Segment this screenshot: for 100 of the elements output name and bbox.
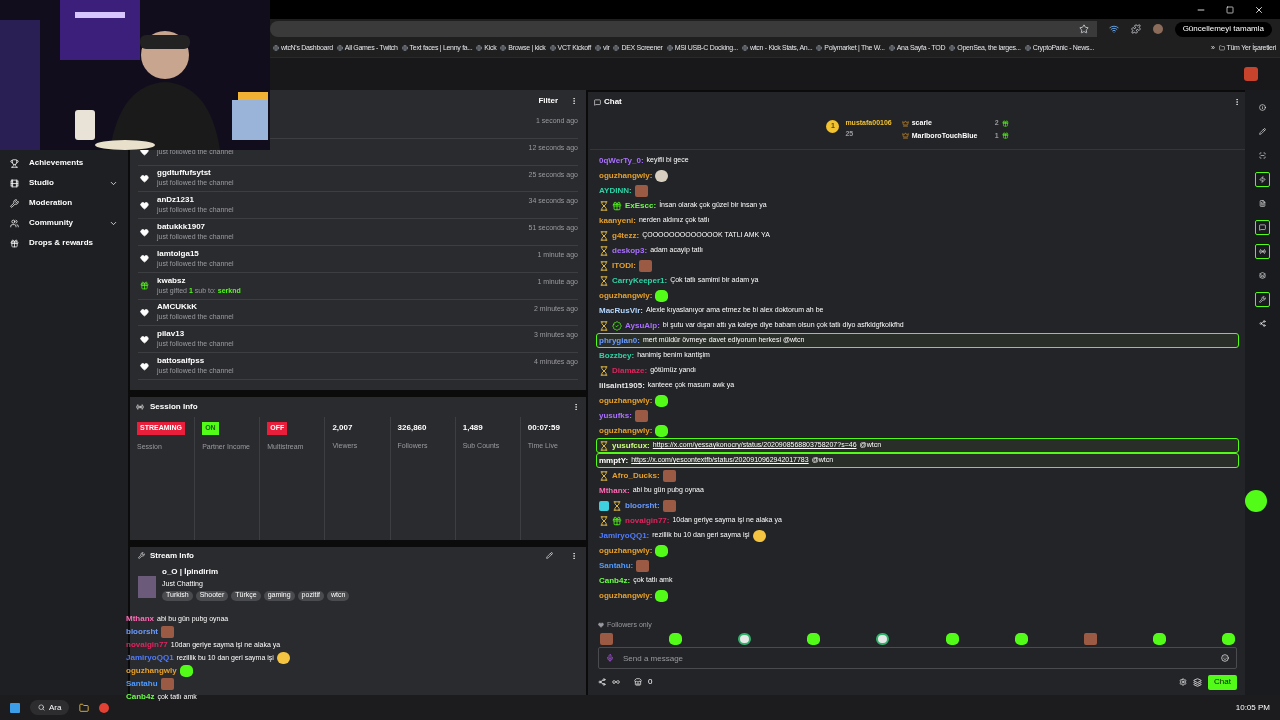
more-icon[interactable] [572,403,580,411]
heart-icon [140,227,149,237]
more-icon[interactable] [1233,98,1241,106]
gift-icon [612,515,622,526]
message-input[interactable]: Send a message [598,647,1237,669]
extensions-icon[interactable] [1130,24,1141,34]
more-icon[interactable] [570,551,578,560]
stat-value: 2,007 [332,422,353,434]
folder-icon[interactable] [79,702,90,713]
nav-item[interactable]: Drops & rewards [0,236,128,250]
emote-icon [1014,633,1028,645]
scan-icon[interactable] [1259,152,1266,159]
globe-icon [500,45,507,51]
chat-username[interactable]: oguzhangwly: [599,544,653,557]
emote-icon [655,394,669,407]
layers-icon[interactable] [1259,272,1266,279]
emote-icon [636,559,650,572]
chat-username[interactable]: ITODI: [612,259,636,272]
support-button[interactable] [1244,490,1267,512]
chat-username[interactable]: bloorsht: [625,499,660,512]
chat-username[interactable]: Santahu: [599,559,634,572]
search-icon [38,704,45,711]
chat-username[interactable]: AysuAlp: [625,319,660,332]
cast-icon[interactable] [1108,24,1119,34]
emoji-icon[interactable] [1221,654,1229,662]
globe-icon [888,45,895,51]
chat-username[interactable]: deskop3: [612,244,648,257]
infinity-icon [612,678,620,686]
heart-icon [598,622,604,628]
follower-name: ggdtuffufsytst [157,168,212,179]
hourglass-icon [599,275,609,286]
heart-icon [140,307,149,317]
chat-username[interactable]: oguzhangwly: [599,424,653,437]
rail-button[interactable] [1255,244,1270,259]
bookmark-star-icon[interactable] [1078,24,1089,34]
thumbnail-icon [138,576,156,598]
store-icon[interactable] [634,678,642,686]
chat-username[interactable]: yusufks: [599,409,632,422]
chat-username[interactable]: JamiryoQQ1: [599,529,650,542]
chat-username[interactable]: novaigin77: [625,514,670,527]
verified-icon [612,320,622,331]
start-icon[interactable] [10,702,20,713]
chat-username[interactable]: Afro_Ducks: [612,469,660,482]
chat-username[interactable]: mmptY: [599,454,629,467]
chat-username[interactable]: oguzhangwly: [599,289,653,302]
chat-username[interactable]: phrygian0: [599,334,640,347]
heart-icon [140,174,149,183]
chat-username[interactable]: AYDINN: [599,184,632,197]
follower-name: kwabsz [157,275,187,286]
chat-username[interactable]: 0qWerTy_0: [599,154,644,167]
nav-item[interactable]: Moderation [0,196,128,210]
chat-username[interactable]: lilsaint1905: [599,379,645,392]
chat-username[interactable]: yusufcux: [612,439,650,452]
mic-icon[interactable] [606,654,614,662]
chat-username[interactable]: Mthanx: [599,484,630,497]
pencil-icon[interactable] [1259,128,1266,135]
nav-item[interactable]: Community [0,216,128,230]
gift-icon [140,281,149,291]
nav-item[interactable]: Achievements [0,156,128,170]
chat-username[interactable]: CarryKeeper1: [612,274,668,287]
more-icon[interactable] [570,97,578,105]
hourglass-icon [599,440,609,451]
rail-button[interactable] [1255,172,1270,187]
overlay-username: Canb4z [126,691,155,703]
chat-username[interactable]: oguzhangwly: [599,394,653,407]
settings-icon[interactable] [1179,678,1188,686]
globe-icon [816,45,823,51]
document-icon[interactable] [1259,200,1266,207]
chat-username[interactable]: Bozzbey: [599,349,635,362]
browser-icon[interactable] [99,702,110,713]
chat-username[interactable]: g4tezz: [612,229,640,242]
send-button[interactable]: Chat [1208,674,1237,690]
nav-item[interactable]: Studio [0,176,128,190]
close-icon[interactable] [1254,4,1264,15]
search-field[interactable]: Ara [30,700,70,715]
follower-name: AMCUKkK [157,302,198,313]
chat-username[interactable]: MacRusVlr: [599,304,643,317]
stream-title: o_O | İpindirim [162,566,220,578]
rail-button[interactable] [1255,292,1270,307]
broadcast-icon [1259,248,1266,255]
emote-icon [1222,633,1235,645]
emote-icon [662,499,676,512]
chat-username[interactable]: ExEscc: [625,199,657,212]
filter-button[interactable]: Filter [538,95,558,107]
rail-button[interactable] [1255,220,1270,235]
share-icon[interactable] [1259,320,1266,327]
panel-title: Stream Info [150,549,195,562]
edit-icon[interactable] [546,552,553,559]
hourglass-icon [599,260,609,271]
maximize-icon[interactable] [1226,5,1234,14]
film-icon [10,178,19,188]
share-icon[interactable] [598,678,606,686]
chat-username[interactable]: oguzhangwly: [599,169,653,182]
info-icon[interactable] [1259,104,1266,111]
emotes-icon[interactable] [1193,677,1203,687]
update-button[interactable]: Güncellemeyi tamamla [1174,21,1272,37]
chat-username[interactable]: kaanyeni: [599,214,636,227]
chat-username[interactable]: Canb4z: [599,574,631,587]
globe-icon [1024,45,1031,51]
chat-username[interactable]: oguzhangwly: [599,589,653,602]
